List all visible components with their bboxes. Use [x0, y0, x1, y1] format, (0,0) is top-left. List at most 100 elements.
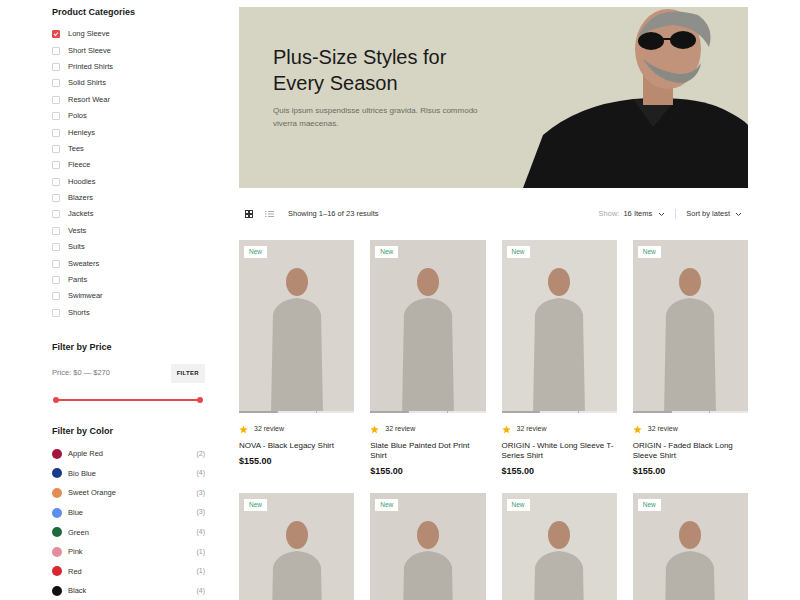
- category-checkbox[interactable]: [52, 47, 60, 55]
- category-item[interactable]: Swimwear: [52, 288, 205, 304]
- product-photo[interactable]: New: [633, 493, 748, 600]
- product-card[interactable]: New: [502, 493, 617, 600]
- list-view-icon[interactable]: [264, 209, 275, 220]
- category-checkbox[interactable]: [52, 112, 60, 120]
- category-item[interactable]: Tees: [52, 141, 205, 157]
- category-checkbox[interactable]: [52, 260, 60, 268]
- product-price: $155.00: [633, 466, 748, 477]
- slide-indicator[interactable]: [710, 411, 748, 413]
- category-label: Blazers: [68, 193, 93, 203]
- category-item[interactable]: Pants: [52, 272, 205, 288]
- slide-indicator[interactable]: [278, 411, 316, 413]
- slider-handle[interactable]: [197, 397, 203, 403]
- slide-indicator[interactable]: [672, 411, 710, 413]
- model-figure: [529, 517, 589, 600]
- slide-indicator[interactable]: [239, 411, 277, 413]
- results-count: Showing 1–16 of 23 results: [288, 208, 378, 219]
- category-checkbox[interactable]: [52, 161, 60, 169]
- category-item[interactable]: Vests: [52, 223, 205, 239]
- slide-indicator[interactable]: [579, 411, 617, 413]
- color-title: Filter by Color: [52, 425, 205, 437]
- product-card[interactable]: New: [633, 493, 748, 600]
- product-name[interactable]: ORIGIN - Faded Black Long Sleeve Shirt: [633, 441, 748, 461]
- slide-indicator[interactable]: [633, 411, 671, 413]
- slide-indicator[interactable]: [540, 411, 578, 413]
- category-checkbox[interactable]: [52, 210, 60, 218]
- product-card[interactable]: New32 reviewNOVA - Black Legacy Shirt$15…: [239, 240, 354, 467]
- grid-view-icon[interactable]: [243, 209, 254, 220]
- category-item[interactable]: Short Sleeve: [52, 42, 205, 58]
- category-checkbox[interactable]: [52, 178, 60, 186]
- rating-stars: [633, 425, 642, 434]
- price-slider[interactable]: [53, 395, 203, 405]
- product-card[interactable]: New: [370, 493, 485, 600]
- category-checkbox[interactable]: [52, 30, 60, 38]
- color-item[interactable]: Blue(3): [52, 503, 205, 523]
- category-checkbox[interactable]: [52, 63, 60, 71]
- slide-indicator[interactable]: [502, 411, 540, 413]
- color-swatch: [52, 468, 62, 478]
- category-item[interactable]: Resort Wear: [52, 92, 205, 108]
- product-photo[interactable]: New: [239, 240, 354, 413]
- color-item[interactable]: Black(4): [52, 581, 205, 600]
- color-count: (3): [196, 507, 205, 518]
- color-item[interactable]: Sweet Orange(3): [52, 483, 205, 503]
- category-checkbox[interactable]: [52, 145, 60, 153]
- product-name[interactable]: ORIGIN - White Long Sleeve T-Series Shir…: [502, 441, 617, 461]
- product-photo[interactable]: New: [502, 493, 617, 600]
- category-checkbox[interactable]: [52, 96, 60, 104]
- category-item[interactable]: Shorts: [52, 305, 205, 321]
- category-item[interactable]: Fleece: [52, 157, 205, 173]
- category-item[interactable]: Long Sleeve: [52, 26, 205, 42]
- product-photo[interactable]: New: [239, 493, 354, 600]
- color-item[interactable]: Green(4): [52, 522, 205, 542]
- category-checkbox[interactable]: [52, 129, 60, 137]
- category-item[interactable]: Jackets: [52, 206, 205, 222]
- slide-indicator[interactable]: [370, 411, 408, 413]
- view-toggle: [239, 209, 275, 220]
- show-dropdown[interactable]: Show:16 Items: [599, 208, 666, 219]
- product-photo[interactable]: New: [370, 240, 485, 413]
- rating-row: 32 review: [370, 423, 485, 435]
- review-count: 32 review: [254, 424, 284, 435]
- category-item[interactable]: Hoodies: [52, 174, 205, 190]
- slider-handle[interactable]: [53, 397, 59, 403]
- category-checkbox[interactable]: [52, 194, 60, 202]
- product-card[interactable]: New 32 review Slate Blue Painted Dot Print…: [370, 240, 485, 477]
- product-photo[interactable]: New: [633, 240, 748, 413]
- product-name[interactable]: NOVA - Black Legacy Shirt: [239, 441, 354, 451]
- slide-indicator[interactable]: [448, 411, 486, 413]
- product-card[interactable]: New: [239, 493, 354, 600]
- product-card[interactable]: New32 reviewORIGIN - White Long Sleeve T…: [502, 240, 617, 477]
- slide-indicators: [370, 411, 485, 413]
- category-checkbox[interactable]: [52, 243, 60, 251]
- filter-button[interactable]: FILTER: [171, 364, 205, 383]
- model-figure: [267, 517, 327, 600]
- product-name[interactable]: Slate Blue Painted Dot Print Shirt: [370, 441, 485, 461]
- product-card[interactable]: New32 reviewORIGIN - Faded Black Long Sl…: [633, 240, 748, 477]
- category-item[interactable]: Blazers: [52, 190, 205, 206]
- sort-dropdown[interactable]: Sort by latest: [686, 208, 748, 219]
- color-item[interactable]: Bio Blue(4): [52, 464, 205, 484]
- category-item[interactable]: Polos: [52, 108, 205, 124]
- category-item[interactable]: Suits: [52, 239, 205, 255]
- category-checkbox[interactable]: [52, 292, 60, 300]
- slide-indicator[interactable]: [317, 411, 355, 413]
- model-figure: [267, 264, 327, 413]
- category-label: Short Sleeve: [68, 46, 111, 56]
- product-photo[interactable]: New: [502, 240, 617, 413]
- category-checkbox[interactable]: [52, 276, 60, 284]
- product-photo[interactable]: New: [370, 493, 485, 600]
- category-checkbox[interactable]: [52, 227, 60, 235]
- slide-indicator[interactable]: [409, 411, 447, 413]
- color-item[interactable]: Red(1): [52, 562, 205, 582]
- category-item[interactable]: Sweaters: [52, 255, 205, 271]
- category-item[interactable]: Printed Shirts: [52, 59, 205, 75]
- model-figure: [398, 517, 458, 600]
- category-checkbox[interactable]: [52, 79, 60, 87]
- category-checkbox[interactable]: [52, 309, 60, 317]
- category-item[interactable]: Solid Shirts: [52, 75, 205, 91]
- category-item[interactable]: Henleys: [52, 124, 205, 140]
- color-item[interactable]: Pink(1): [52, 542, 205, 562]
- color-item[interactable]: Apple Red(2): [52, 444, 205, 464]
